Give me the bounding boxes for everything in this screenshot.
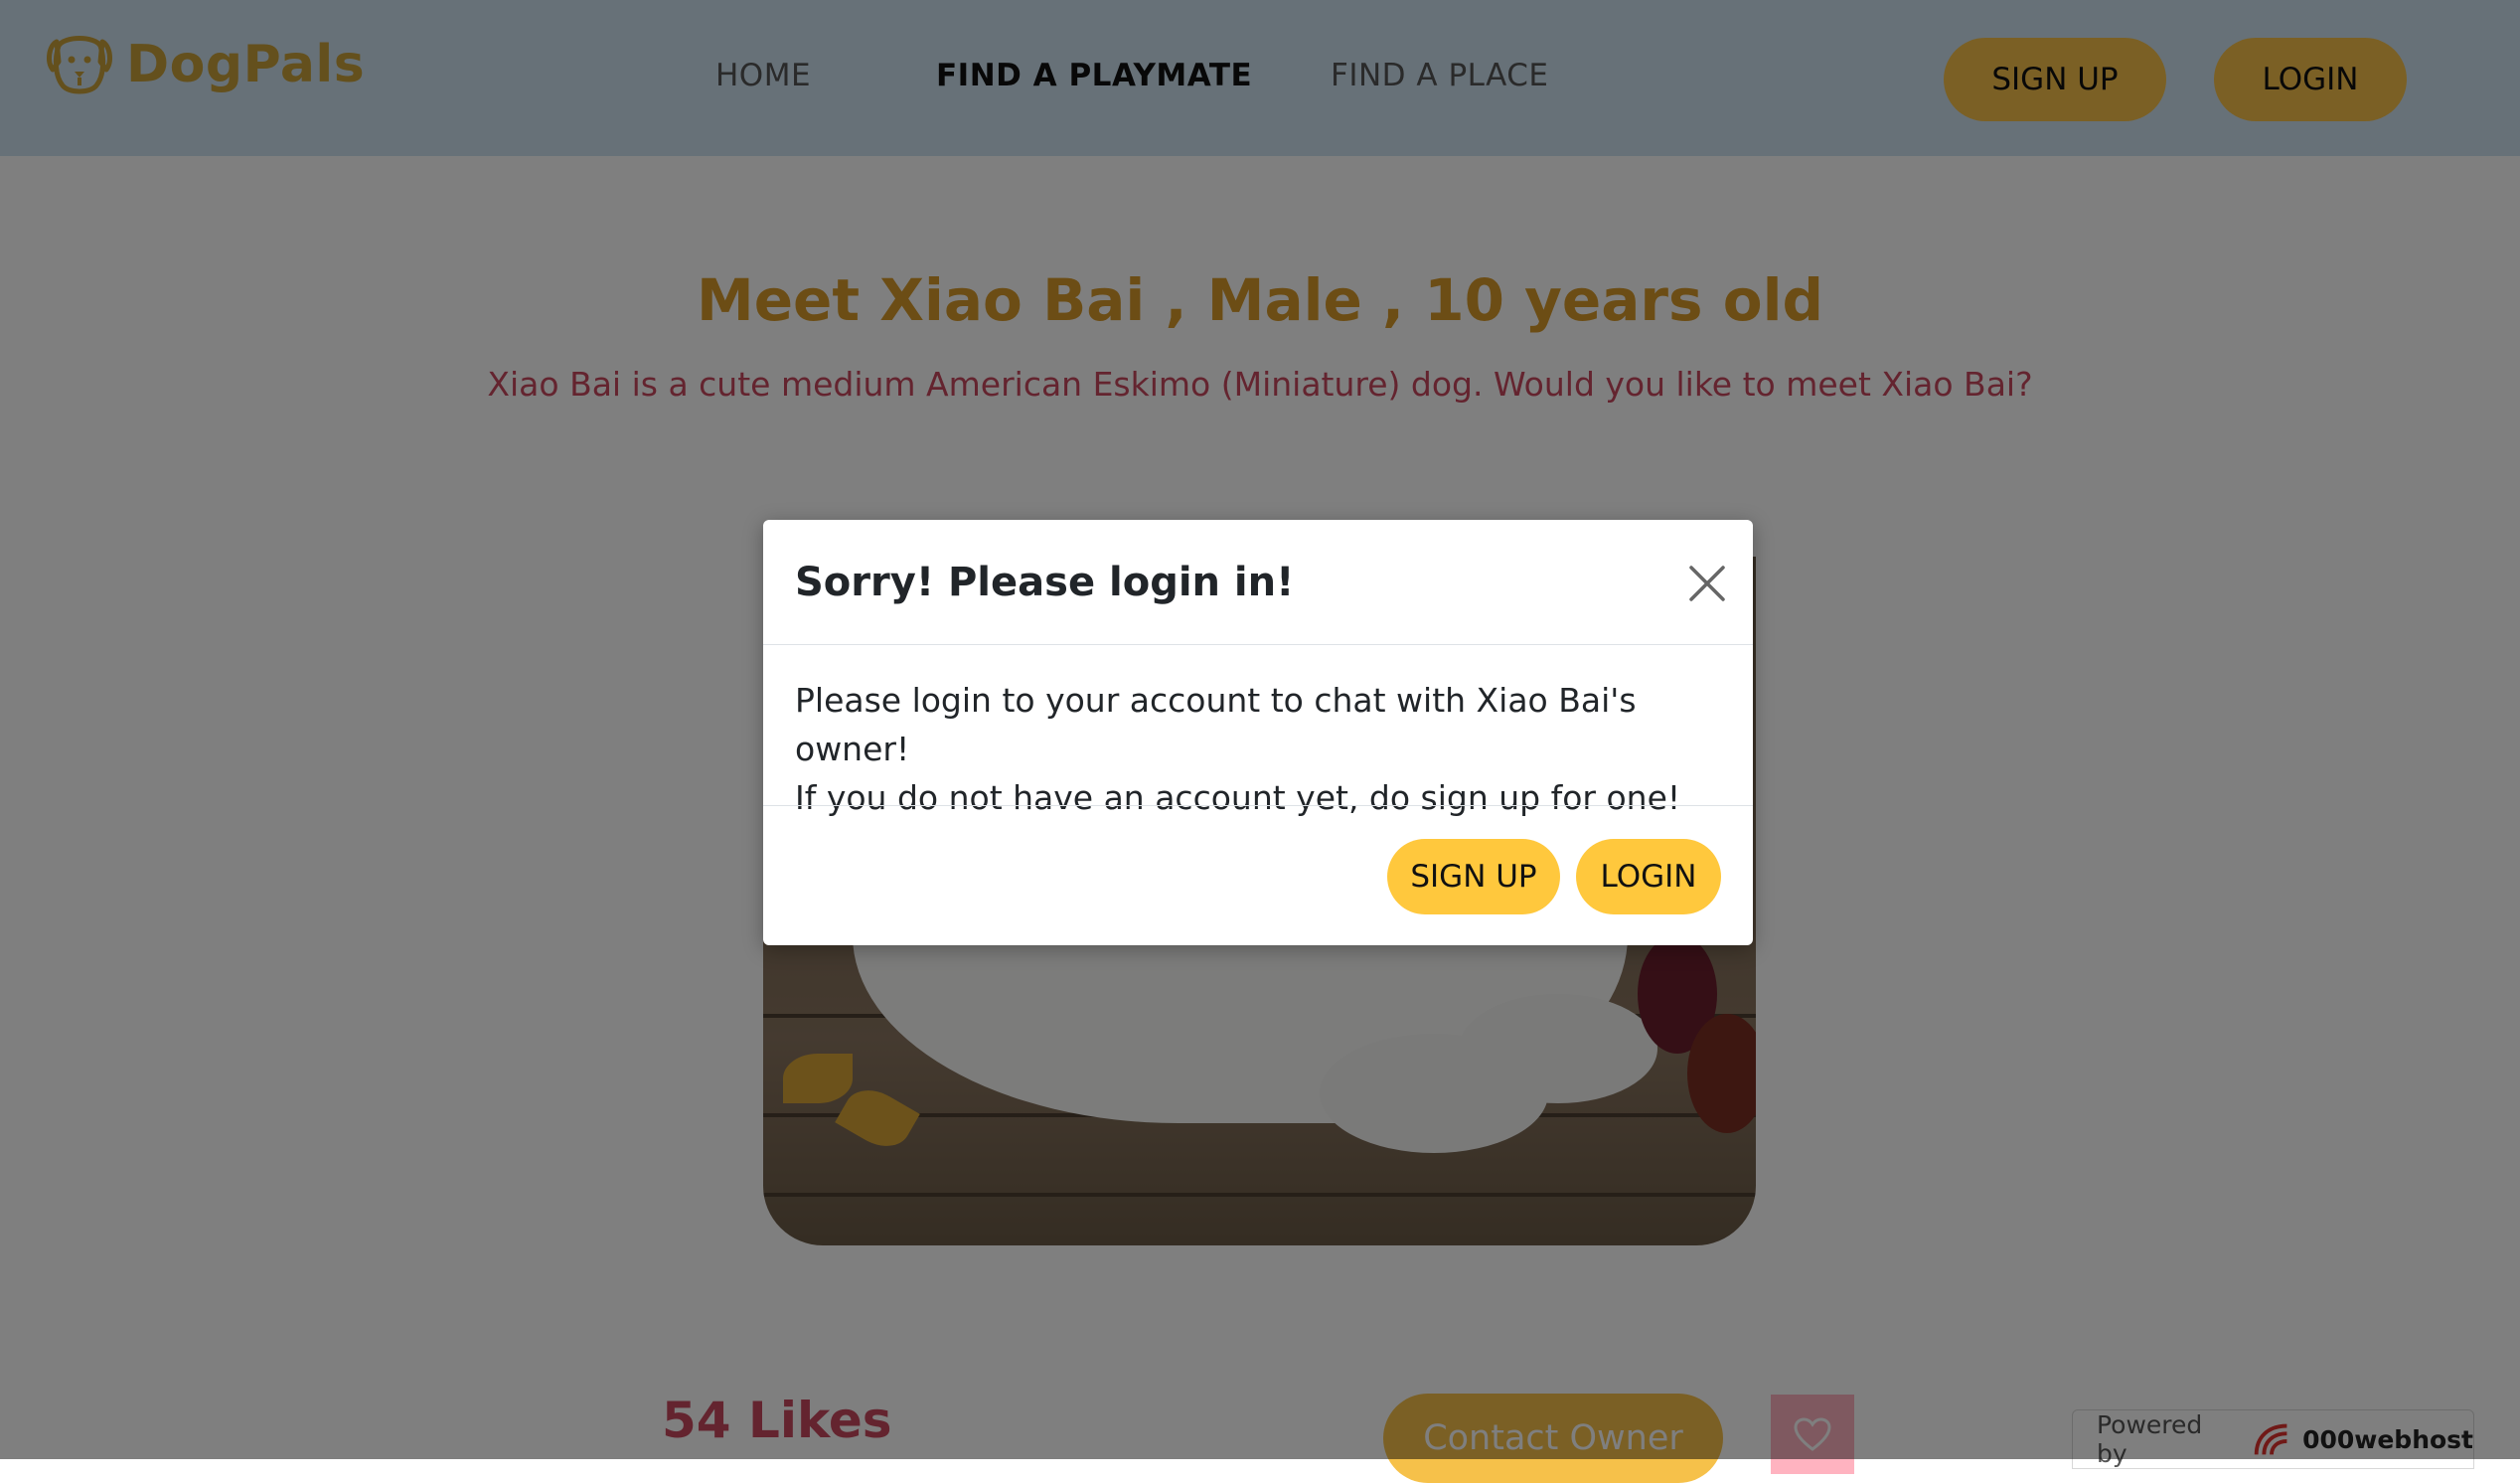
modal-message-line-1: Please login to your account to chat wit…: [795, 681, 1637, 768]
modal-title: Sorry! Please login in!: [795, 560, 1295, 605]
close-icon[interactable]: [1685, 562, 1729, 605]
modal-login-button[interactable]: LOGIN: [1576, 839, 1721, 914]
modal-message-line-2: If you do not have an account yet, do si…: [795, 778, 1681, 817]
modal-divider: [763, 644, 1753, 645]
login-required-modal: Sorry! Please login in! Please login to …: [763, 520, 1753, 945]
modal-signup-button[interactable]: SIGN UP: [1387, 839, 1560, 914]
modal-body: Please login to your account to chat wit…: [795, 676, 1753, 822]
modal-divider: [763, 805, 1753, 806]
